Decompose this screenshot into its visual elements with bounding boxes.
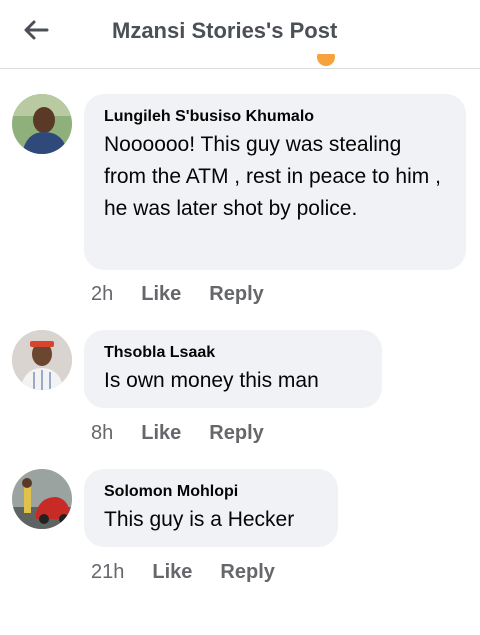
avatar[interactable] [12,330,72,390]
comment-actions: 21h Like Reply [91,561,303,584]
comment-author[interactable]: Thsobla Lsaak [104,343,362,363]
comment-time[interactable]: 21h [91,561,124,584]
user-photo-icon [12,94,72,154]
user-photo-icon [12,330,72,390]
comment-bubble: Solomon Mohlopi This guy is a Hecker [84,469,338,547]
reaction-emoji-icon [317,54,335,66]
comment-bubble: Lungileh S'busiso Khumalo Noooooo! This … [84,94,466,270]
comment-author[interactable]: Solomon Mohlopi [104,482,318,502]
avatar[interactable] [12,469,72,529]
post-header: Mzansi Stories's Post [0,0,480,69]
comment-actions: 8h Like Reply [91,422,292,445]
comment-text: Is own money this man [104,369,319,392]
back-button[interactable] [16,12,56,48]
reply-button[interactable]: Reply [209,422,263,445]
comment-time[interactable]: 8h [91,422,113,445]
page-title: Mzansi Stories's Post [112,18,338,43]
comment-author[interactable]: Lungileh S'busiso Khumalo [104,107,446,127]
comment-time[interactable]: 2h [91,283,113,306]
reply-button[interactable]: Reply [220,561,274,584]
like-button[interactable]: Like [152,561,192,584]
comment-actions: 2h Like Reply [91,283,292,306]
reply-button[interactable]: Reply [209,283,263,306]
comment-text: Noooooo! This guy was stealing from the … [104,133,441,220]
comment-bubble: Thsobla Lsaak Is own money this man [84,330,382,408]
previous-comment-fragment [255,54,345,68]
comment-text: This guy is a Hecker [104,508,295,531]
user-photo-icon [12,469,72,529]
like-button[interactable]: Like [141,422,181,445]
like-button[interactable]: Like [141,283,181,306]
arrow-left-icon [24,20,49,40]
avatar[interactable] [12,94,72,154]
